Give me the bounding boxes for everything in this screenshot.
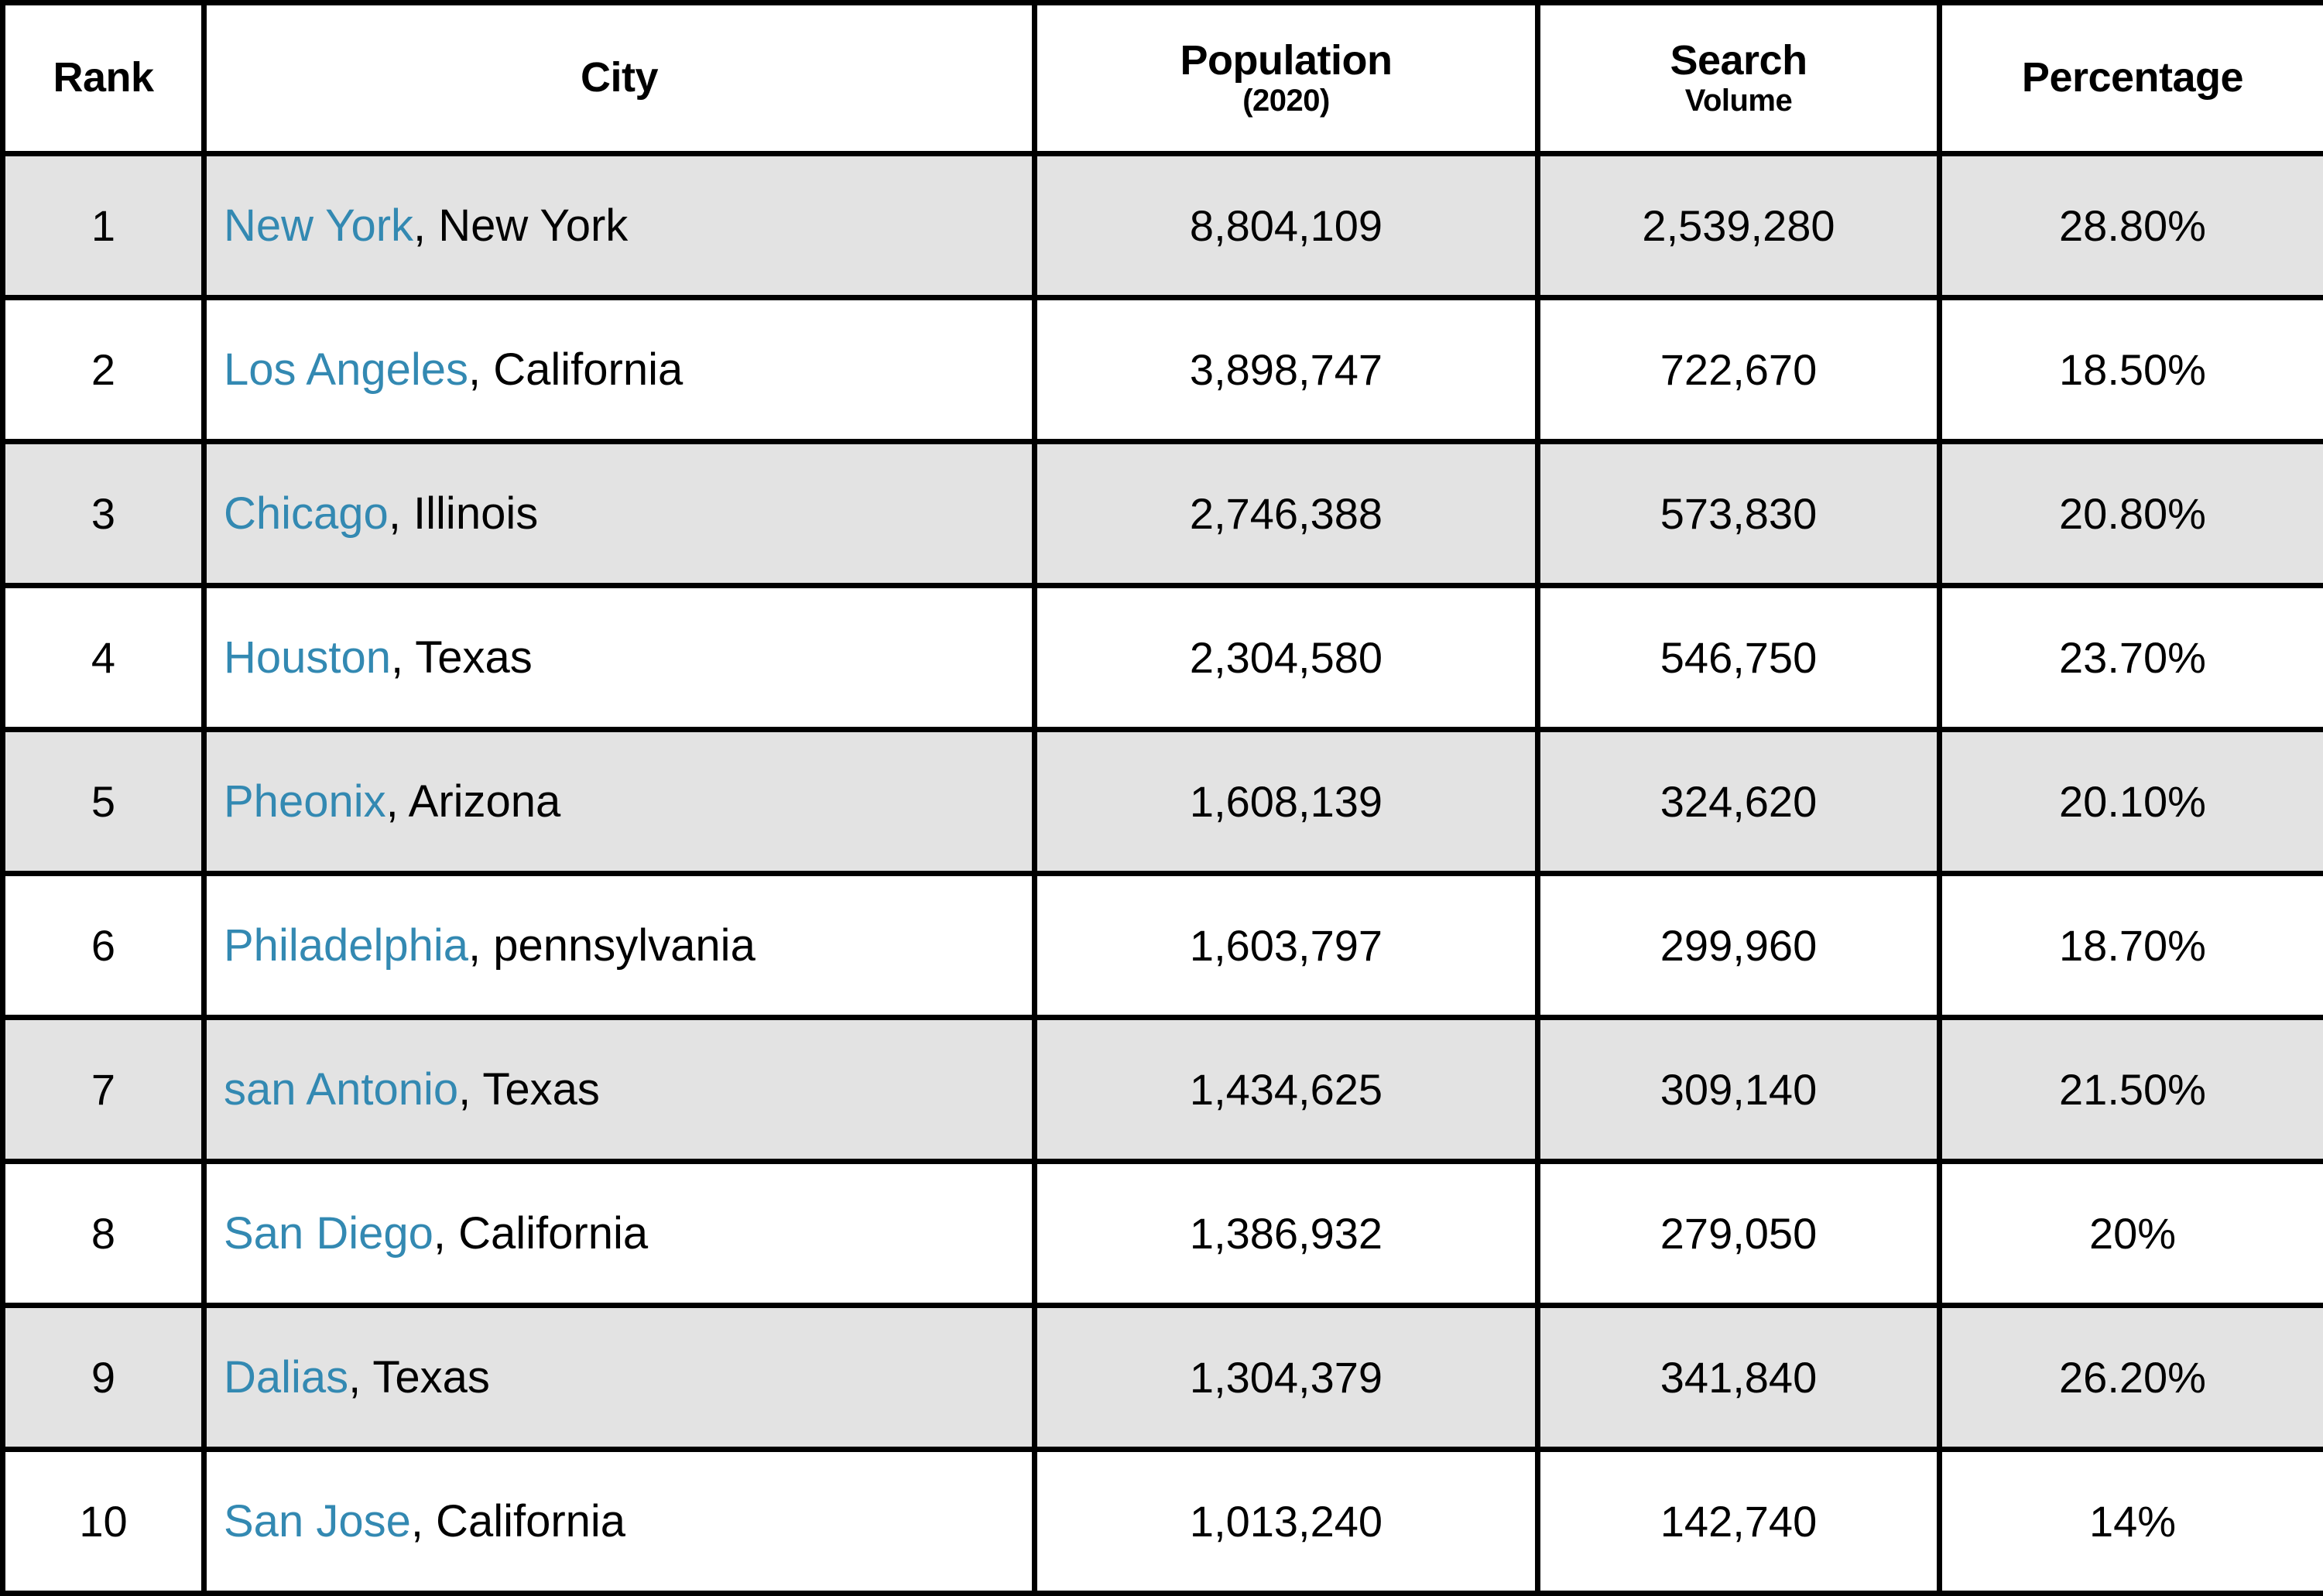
column-header-rank: Rank <box>3 3 204 154</box>
table-row: 1 New York, New York 8,804,109 2,539,280… <box>3 154 2323 298</box>
cell-percentage: 18.70% <box>1940 874 2323 1018</box>
table-row: 2 Los Angeles, California 3,898,747 722,… <box>3 298 2323 442</box>
state-label: , Texas <box>391 632 533 683</box>
cell-city: Philadelphia, pennsylvania <box>204 874 1035 1018</box>
column-header-city-label: City <box>581 54 658 101</box>
city-link[interactable]: Pheonix <box>224 776 386 827</box>
city-link[interactable]: Dalias <box>224 1352 348 1402</box>
city-link[interactable]: Chicago <box>224 488 389 539</box>
cell-population: 1,603,797 <box>1035 874 1538 1018</box>
column-header-population: Population (2020) <box>1035 3 1538 154</box>
table-row: 4 Houston, Texas 2,304,580 546,750 23.70… <box>3 586 2323 730</box>
cell-population: 2,746,388 <box>1035 442 1538 586</box>
state-label: , Texas <box>348 1352 490 1402</box>
cell-percentage: 20.10% <box>1940 730 2323 874</box>
column-header-percentage-label: Percentage <box>2022 54 2243 101</box>
table-row: 10 San Jose, California 1,013,240 142,74… <box>3 1450 2323 1594</box>
cell-city: Chicago, Illinois <box>204 442 1035 586</box>
cell-search-volume: 279,050 <box>1538 1162 1940 1306</box>
cell-rank: 9 <box>3 1306 204 1450</box>
cell-city: New York, New York <box>204 154 1035 298</box>
cell-rank: 10 <box>3 1450 204 1594</box>
cell-search-volume: 309,140 <box>1538 1018 1940 1162</box>
state-label: , California <box>433 1208 648 1259</box>
column-header-search-volume-label: Search <box>1670 37 1807 84</box>
cell-percentage: 21.50% <box>1940 1018 2323 1162</box>
cell-city: Houston, Texas <box>204 586 1035 730</box>
state-label: , Arizona <box>386 776 561 827</box>
cell-city: Dalias, Texas <box>204 1306 1035 1450</box>
header-row: Rank City Population (2020) Search Volum… <box>3 3 2323 154</box>
column-header-city: City <box>204 3 1035 154</box>
cell-search-volume: 341,840 <box>1538 1306 1940 1450</box>
city-link[interactable]: Los Angeles <box>224 344 468 395</box>
state-label: , Illinois <box>389 488 538 539</box>
cell-city: San Jose, California <box>204 1450 1035 1594</box>
cell-percentage: 23.70% <box>1940 586 2323 730</box>
table-body: 1 New York, New York 8,804,109 2,539,280… <box>3 154 2323 1594</box>
cell-population: 2,304,580 <box>1035 586 1538 730</box>
cell-search-volume: 299,960 <box>1538 874 1940 1018</box>
cell-city: San Diego, California <box>204 1162 1035 1306</box>
state-label: , pennsylvania <box>468 920 755 971</box>
table-row: 5 Pheonix, Arizona 1,608,139 324,620 20.… <box>3 730 2323 874</box>
cell-percentage: 18.50% <box>1940 298 2323 442</box>
cell-search-volume: 722,670 <box>1538 298 1940 442</box>
cell-rank: 7 <box>3 1018 204 1162</box>
cell-population: 1,013,240 <box>1035 1450 1538 1594</box>
city-link[interactable]: San Diego <box>224 1208 433 1259</box>
column-header-rank-label: Rank <box>53 54 153 101</box>
city-link[interactable]: Philadelphia <box>224 920 468 971</box>
cell-population: 1,434,625 <box>1035 1018 1538 1162</box>
column-header-population-sublabel: (2020) <box>1054 84 1518 118</box>
cell-city: Pheonix, Arizona <box>204 730 1035 874</box>
city-link[interactable]: Houston <box>224 632 391 683</box>
cell-search-volume: 142,740 <box>1538 1450 1940 1594</box>
cell-population: 1,386,932 <box>1035 1162 1538 1306</box>
state-label: , California <box>468 344 683 395</box>
cell-percentage: 26.20% <box>1940 1306 2323 1450</box>
column-header-population-label: Population <box>1180 37 1393 84</box>
table-row: 7 san Antonio, Texas 1,434,625 309,140 2… <box>3 1018 2323 1162</box>
cell-rank: 8 <box>3 1162 204 1306</box>
column-header-percentage: Percentage <box>1940 3 2323 154</box>
cell-rank: 6 <box>3 874 204 1018</box>
state-label: , California <box>411 1496 625 1546</box>
column-header-search-volume: Search Volume <box>1538 3 1940 154</box>
cell-rank: 5 <box>3 730 204 874</box>
city-link[interactable]: San Jose <box>224 1496 411 1546</box>
cell-city: Los Angeles, California <box>204 298 1035 442</box>
table-row: 3 Chicago, Illinois 2,746,388 573,830 20… <box>3 442 2323 586</box>
cell-search-volume: 573,830 <box>1538 442 1940 586</box>
cell-population: 1,608,139 <box>1035 730 1538 874</box>
table-row: 6 Philadelphia, pennsylvania 1,603,797 2… <box>3 874 2323 1018</box>
state-label: , New York <box>413 200 628 251</box>
table-header: Rank City Population (2020) Search Volum… <box>3 3 2323 154</box>
cell-percentage: 14% <box>1940 1450 2323 1594</box>
top-cities-table: Rank City Population (2020) Search Volum… <box>0 0 2323 1596</box>
cell-population: 1,304,379 <box>1035 1306 1538 1450</box>
cell-rank: 2 <box>3 298 204 442</box>
cell-population: 8,804,109 <box>1035 154 1538 298</box>
cell-search-volume: 2,539,280 <box>1538 154 1940 298</box>
cell-population: 3,898,747 <box>1035 298 1538 442</box>
cell-search-volume: 324,620 <box>1538 730 1940 874</box>
state-label: , Texas <box>458 1064 600 1115</box>
cell-percentage: 20.80% <box>1940 442 2323 586</box>
table-row: 9 Dalias, Texas 1,304,379 341,840 26.20% <box>3 1306 2323 1450</box>
city-link[interactable]: san Antonio <box>224 1064 458 1115</box>
cell-percentage: 20% <box>1940 1162 2323 1306</box>
table-container: Rank City Population (2020) Search Volum… <box>0 0 2323 1594</box>
cell-search-volume: 546,750 <box>1538 586 1940 730</box>
column-header-search-volume-sublabel: Volume <box>1557 84 1920 118</box>
cell-rank: 4 <box>3 586 204 730</box>
cell-percentage: 28.80% <box>1940 154 2323 298</box>
table-row: 8 San Diego, California 1,386,932 279,05… <box>3 1162 2323 1306</box>
cell-rank: 3 <box>3 442 204 586</box>
cell-city: san Antonio, Texas <box>204 1018 1035 1162</box>
city-link[interactable]: New York <box>224 200 413 251</box>
cell-rank: 1 <box>3 154 204 298</box>
